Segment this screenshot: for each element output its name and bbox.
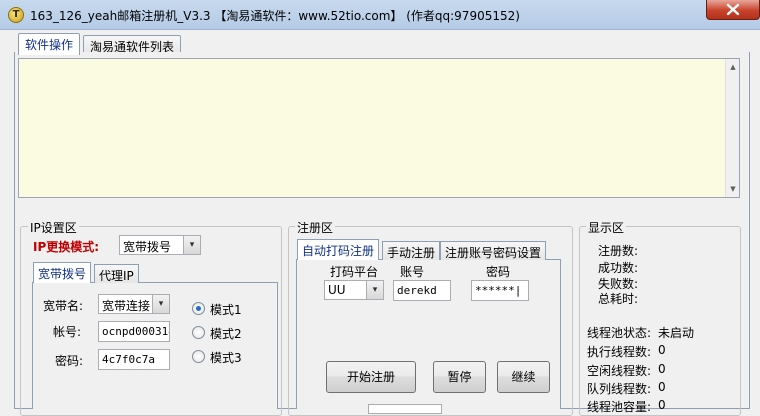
- log-textarea[interactable]: [18, 58, 740, 198]
- chevron-down-icon[interactable]: ▾: [152, 295, 169, 313]
- tab-software-operation[interactable]: 软件操作: [18, 33, 81, 55]
- success-count-label: 成功数:: [598, 261, 639, 275]
- idle-threads-value: 0: [658, 362, 666, 376]
- broadband-label: 宽带名:: [43, 299, 84, 313]
- window-title: 163_126_yeah邮箱注册机_V3.3 【淘易通软件：www.52tio.…: [30, 9, 520, 23]
- captcha-platform-select[interactable]: UU ▾: [324, 280, 384, 300]
- ip-mode-label: IP更换模式:: [33, 240, 100, 254]
- continue-button[interactable]: 继续: [497, 361, 550, 393]
- ip-mode-select[interactable]: 宽带拨号 ▾: [119, 235, 201, 255]
- broadband-value: 宽带连接: [102, 299, 151, 313]
- mode2-label: 模式2: [210, 327, 242, 341]
- idle-threads-label: 空闲线程数:: [587, 364, 652, 378]
- broadband-select[interactable]: 宽带连接 ▾: [98, 294, 170, 314]
- pool-capacity-value: 0: [658, 398, 666, 412]
- tab-manual-register[interactable]: 手动注册: [382, 241, 441, 260]
- close-button[interactable]: [706, 0, 760, 20]
- mode1-radio[interactable]: [192, 302, 205, 315]
- registered-count-label: 注册数:: [598, 244, 639, 258]
- captcha-platform-value: UU: [328, 283, 346, 297]
- password-label: 密码:: [55, 354, 84, 368]
- mode2-radio[interactable]: [192, 326, 205, 339]
- account-field[interactable]: ocnpd0003149: [98, 321, 170, 342]
- captcha-platform-header: 打码平台: [330, 265, 379, 279]
- start-register-button[interactable]: 开始注册: [326, 361, 416, 393]
- running-threads-value: 0: [658, 343, 666, 357]
- app-icon: T: [8, 7, 24, 23]
- total-time-label: 总耗时:: [598, 292, 639, 306]
- close-icon: [726, 3, 740, 16]
- queue-threads-label: 队列线程数:: [587, 382, 652, 396]
- chevron-down-icon[interactable]: ▾: [366, 281, 383, 299]
- tab-broadband[interactable]: 宽带拨号: [33, 262, 92, 283]
- pool-status-label: 线程池状态:: [587, 326, 652, 340]
- password-header: 密码: [486, 265, 511, 279]
- pool-status-value: 未启动: [658, 326, 695, 340]
- ip-settings-title: IP设置区: [28, 219, 79, 236]
- pause-button[interactable]: 暂停: [433, 361, 486, 393]
- chevron-down-icon[interactable]: ▾: [183, 236, 200, 254]
- title-bar[interactable]: T 163_126_yeah邮箱注册机_V3.3 【淘易通软件：www.52ti…: [0, 0, 760, 30]
- tab-proxy-ip[interactable]: 代理IP: [94, 264, 139, 283]
- mode3-label: 模式3: [210, 351, 242, 365]
- scroll-up-icon[interactable]: ▲: [726, 63, 740, 71]
- account-label: 帐号:: [53, 325, 82, 339]
- password-field[interactable]: 4c7f0c7a: [98, 349, 170, 370]
- extra-input-field[interactable]: [368, 404, 442, 414]
- register-title: 注册区: [295, 219, 336, 236]
- register-account-field[interactable]: derekd: [393, 280, 451, 301]
- mode1-label: 模式1: [210, 303, 242, 317]
- display-title: 显示区: [586, 219, 627, 236]
- account-header: 账号: [400, 265, 425, 279]
- running-threads-label: 执行线程数:: [587, 345, 652, 359]
- tab-account-password-settings[interactable]: 注册账号密码设置: [440, 241, 547, 260]
- queue-threads-value: 0: [658, 380, 666, 394]
- tab-auto-captcha[interactable]: 自动打码注册: [297, 239, 380, 260]
- scroll-down-icon[interactable]: ▼: [726, 185, 740, 193]
- log-scrollbar[interactable]: ▲ ▼: [725, 59, 739, 197]
- mode3-radio[interactable]: [192, 350, 205, 363]
- ip-mode-value: 宽带拨号: [123, 240, 172, 254]
- pool-capacity-label: 线程池容量:: [587, 400, 652, 414]
- register-password-field[interactable]: ******|: [471, 280, 529, 301]
